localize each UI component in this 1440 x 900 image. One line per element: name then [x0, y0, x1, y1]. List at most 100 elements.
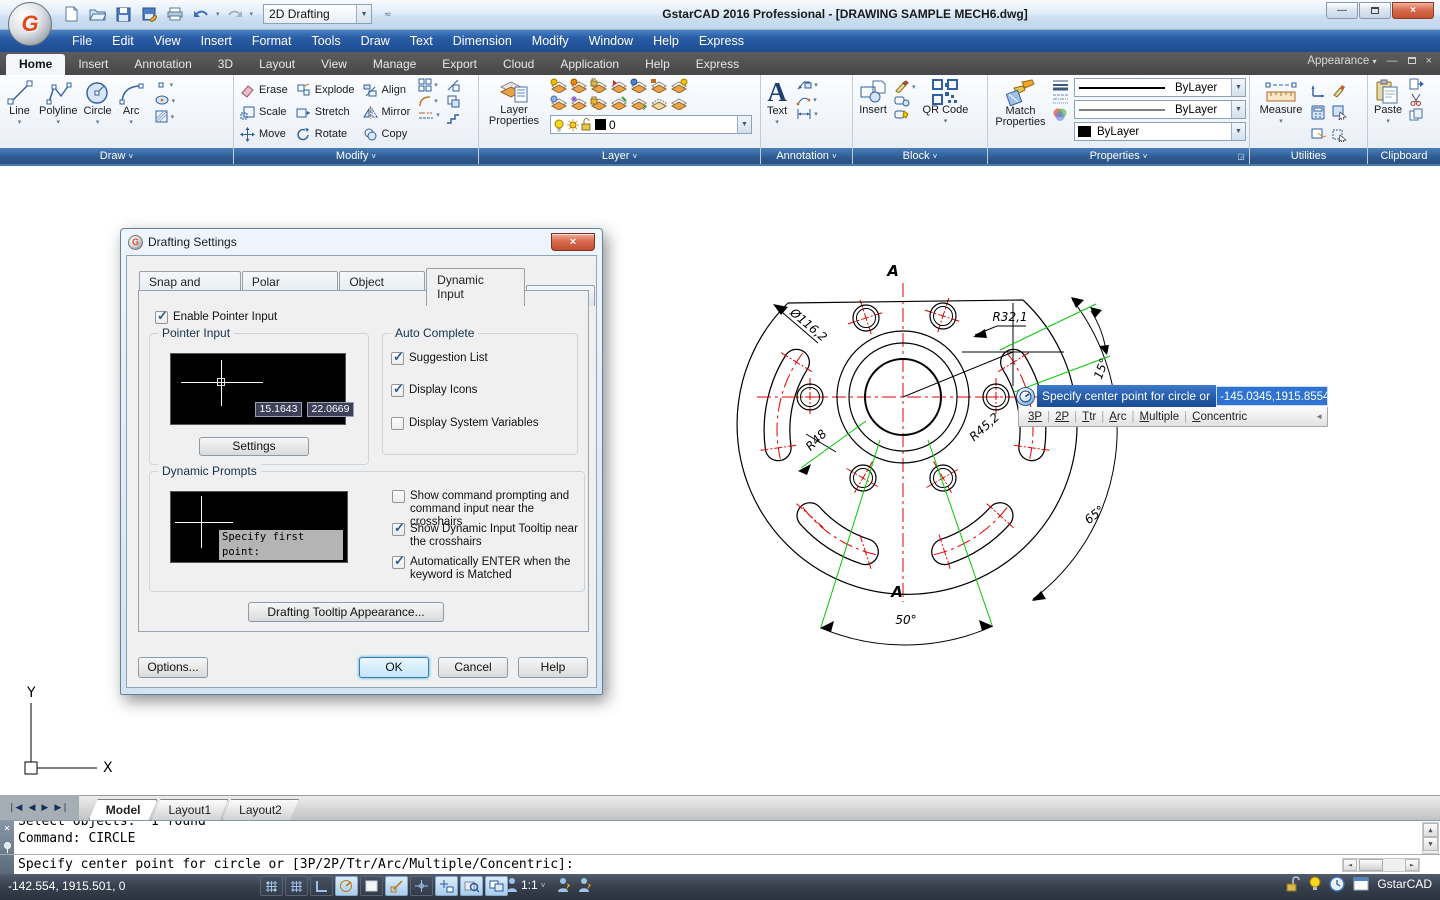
group-button[interactable] [1330, 123, 1349, 145]
new-file-button[interactable] [60, 3, 82, 25]
join-button[interactable] [444, 109, 462, 125]
panel-label-clipboard[interactable]: Clipboard [1368, 148, 1440, 164]
lineweight-combo[interactable]: ByLayer ▼ [1074, 78, 1246, 97]
tab-model[interactable]: Model [89, 799, 158, 820]
prev-layout-button[interactable]: ◀ [28, 802, 35, 813]
panel-label-utilities[interactable]: Utilities [1250, 148, 1367, 164]
layer-isolate-icon[interactable] [670, 78, 690, 95]
layer-match-icon[interactable] [630, 78, 650, 95]
tooltip-option-ttr[interactable]: Ttr [1077, 411, 1101, 423]
tooltip-coordinate-input[interactable]: -145.0345,1915.8554 [1216, 386, 1328, 406]
text-button[interactable]: A Text ▾ [764, 77, 790, 130]
next-layout-button[interactable]: ▶ [41, 802, 48, 813]
menu-format[interactable]: Format [242, 30, 302, 52]
panel-label-layer[interactable]: Layer ˅ [479, 148, 760, 164]
osnap-toggle[interactable] [385, 876, 408, 896]
ribbon-tab-home[interactable]: Home [6, 54, 66, 75]
panel-label-draw[interactable]: Draw ˅ [0, 148, 233, 164]
enable-pointer-input-checkbox[interactable]: Enable Pointer Input [155, 309, 277, 324]
command-pin-icon[interactable] [3, 842, 12, 853]
scroll-left-icon[interactable]: ◄ [1343, 859, 1357, 871]
paste-button[interactable]: Paste ▾ [1371, 77, 1405, 129]
tooltip-option-2p[interactable]: 2P [1050, 411, 1074, 423]
menu-window[interactable]: Window [579, 30, 643, 52]
drawing-area[interactable]: A A Ø116,2 R32,1 R48 R45,2 15° 65° 50° X… [0, 166, 1440, 795]
model-space-toggle[interactable] [360, 876, 383, 896]
app-logo-icon[interactable]: G [8, 2, 52, 46]
insert-block-button[interactable]: Insert [856, 77, 890, 118]
last-layout-button[interactable]: ▶❘ [54, 802, 68, 813]
window-icon[interactable] [1353, 877, 1369, 891]
scroll-down-icon[interactable]: ▼ [1423, 837, 1438, 851]
lineweight-dropdown-icon[interactable]: ▼ [1231, 79, 1245, 96]
menu-text[interactable]: Text [400, 30, 443, 52]
ribbon-tab-layout[interactable]: Layout [246, 54, 308, 75]
close-button[interactable]: × [1392, 2, 1434, 19]
appearance-menu[interactable]: Appearance ▾ [1307, 55, 1376, 67]
menu-file[interactable]: File [62, 30, 102, 52]
command-close-icon[interactable]: ✕ [4, 824, 10, 834]
layer-off-icon[interactable] [550, 95, 570, 112]
command-window[interactable]: ✕ Select objects: 1 found Command: CIRCL… [0, 820, 1440, 874]
scroll-up-icon[interactable]: ▲ [1423, 823, 1438, 837]
circle-button[interactable]: Circle ▾ [81, 77, 115, 130]
command-vscrollbar[interactable]: ▲ ▼ [1422, 822, 1439, 854]
tooltip-option-concentric[interactable]: Concentric [1187, 411, 1252, 423]
show-dynamic-tooltip-checkbox[interactable]: Show Dynamic Input Tooltip near the cros… [392, 521, 578, 549]
rectangle-edit-button[interactable] [444, 93, 462, 109]
match-properties-button[interactable]: Match Properties [991, 77, 1050, 130]
doc-minimize-button[interactable]: — [1387, 55, 1398, 67]
quick-calculator-button[interactable] [1309, 101, 1328, 123]
annotation-scale-icon[interactable] [506, 877, 518, 893]
ribbon-tab-manage[interactable]: Manage [360, 54, 429, 75]
grid-toggle[interactable] [285, 876, 308, 896]
open-file-button[interactable] [86, 3, 108, 25]
doc-restore-button[interactable] [1407, 55, 1416, 67]
hscroll-thumb[interactable] [1359, 859, 1383, 871]
display-icons-checkbox[interactable]: Display Icons [391, 382, 477, 397]
polyline-button[interactable]: Polyline ▾ [36, 77, 81, 130]
measure-button[interactable]: Measure ▾ [1253, 77, 1309, 129]
tooltip-option-3p[interactable]: 3P [1023, 411, 1047, 423]
polar-toggle[interactable] [335, 876, 358, 896]
panel-label-properties[interactable]: Properties ˅ ◲ [988, 148, 1249, 164]
ribbon-tab-3d[interactable]: 3D [205, 54, 246, 75]
color-combo[interactable]: ByLayer ▼ [1074, 122, 1246, 141]
layer-thaw-icon[interactable] [570, 95, 590, 112]
menu-edit[interactable]: Edit [102, 30, 144, 52]
ortho-toggle[interactable] [310, 876, 333, 896]
dimension-button[interactable]: ▾ [794, 107, 820, 121]
layer-unisolate-icon[interactable] [610, 95, 630, 112]
command-prompt[interactable]: Specify center point for circle or [3P/2… [18, 857, 574, 872]
layer-previous-icon[interactable] [650, 78, 670, 95]
explode-button[interactable]: Explode [293, 79, 358, 101]
display-system-variables-checkbox[interactable]: Display System Variables [391, 417, 539, 430]
stretch-button[interactable]: Stretch [293, 101, 358, 123]
layer-on-icon[interactable] [550, 78, 570, 95]
annotation-scale-value[interactable]: 1:1 [521, 878, 538, 892]
ucs-tool-icon[interactable] [1309, 79, 1328, 101]
cancel-button[interactable]: Cancel [438, 657, 508, 678]
layer-make-current-icon[interactable] [610, 78, 630, 95]
menu-insert[interactable]: Insert [191, 30, 242, 52]
menu-dimension[interactable]: Dimension [443, 30, 522, 52]
layer-walk-icon[interactable] [650, 95, 670, 112]
linetype-dropdown-icon[interactable]: ▼ [1231, 101, 1245, 118]
command-hscrollbar[interactable]: ◄ ► [1342, 858, 1420, 872]
clock-icon[interactable] [1329, 876, 1346, 892]
menu-help[interactable]: Help [643, 30, 689, 52]
multileader-button[interactable]: ▾ [794, 77, 820, 92]
ribbon-tab-insert[interactable]: Insert [65, 54, 121, 75]
ribbon-tab-annotation[interactable]: Annotation [121, 54, 204, 75]
linetype-combo[interactable]: ByLayer ▼ [1074, 100, 1246, 119]
lock-icon[interactable] [1285, 876, 1301, 892]
auto-enter-checkbox[interactable]: Automatically ENTER when the keyword is … [392, 554, 578, 582]
ribbon-tab-express[interactable]: Express [683, 54, 752, 75]
cut-button[interactable] [1407, 92, 1426, 107]
rotate-button[interactable]: Rotate [293, 123, 358, 145]
first-layout-button[interactable]: ❘◀ [8, 802, 22, 813]
point-button[interactable]: ▾ [152, 77, 178, 93]
ribbon-tab-help[interactable]: Help [632, 54, 683, 75]
ribbon-tab-application[interactable]: Application [547, 54, 632, 75]
settings-button[interactable]: Settings [199, 437, 309, 456]
